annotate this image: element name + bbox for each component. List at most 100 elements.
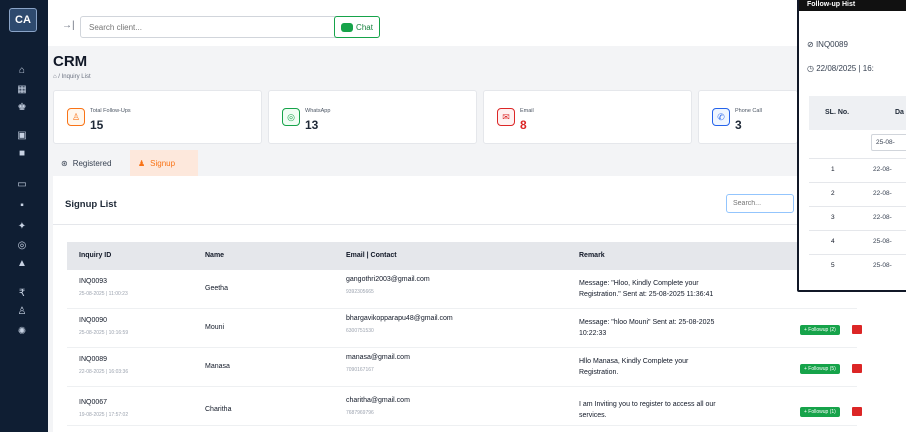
inquiry-id: INQ0093	[79, 278, 108, 285]
star-icon[interactable]: ✦	[15, 220, 29, 232]
remark-line: Hllo Manasa, Kindly Complete your	[579, 358, 689, 365]
popup-inquiry: ⊘ INQ0089	[807, 40, 848, 49]
remark-line: 10:22:33	[579, 329, 607, 337]
followup-date: 22-08-	[873, 166, 892, 173]
file-icon[interactable]: ■	[15, 147, 29, 159]
popup-table-header: SL. No. Da	[809, 96, 906, 130]
home-icon[interactable]: ⌂	[15, 64, 29, 76]
client-email: manasa@gmail.com	[346, 354, 410, 361]
table-row[interactable]: INQ0093 25-08-2025 | 11:00:23 Geetha gan…	[67, 270, 857, 309]
document-icon[interactable]: ▪	[15, 199, 29, 211]
delete-icon[interactable]	[852, 325, 862, 334]
table-row[interactable]: INQ0090 25-08-2025 | 10:16:59 Mouni bhar…	[67, 309, 862, 348]
client-phone: 9392305665	[346, 289, 374, 295]
breadcrumb[interactable]: ⌂ / Inquiry List	[53, 74, 91, 80]
calendar-icon[interactable]: ▭	[15, 178, 29, 190]
followup-button[interactable]: + Followup (5)	[800, 364, 840, 374]
client-phone: 7090167167	[346, 367, 374, 373]
remark-line: I am Inviting you to register to access …	[579, 401, 716, 408]
stat-label: Total Follow-Ups	[90, 108, 131, 114]
tab-label: Signup	[150, 158, 176, 168]
remark: Message: "hloo Mouni" Sent at: 25-08-202…	[579, 318, 799, 340]
chat-button-label: Chat	[356, 22, 373, 32]
user-icon: ♙	[67, 108, 85, 126]
whatsapp-icon[interactable]: ◎	[15, 239, 29, 251]
users-icon[interactable]: ♙	[15, 305, 29, 317]
remark: I am Inviting you to register to access …	[579, 400, 799, 422]
stat-label: Email	[520, 108, 534, 114]
registered-icon: ⊛	[61, 158, 68, 168]
column-remark: Remark	[579, 252, 605, 259]
column-inquiry-id: Inquiry ID	[79, 252, 112, 259]
sl-no: 2	[831, 190, 835, 197]
delete-icon[interactable]	[852, 407, 862, 416]
stat-value: 13	[305, 118, 319, 132]
team-icon[interactable]: ♚	[15, 101, 29, 113]
remark-line: Registration.	[579, 368, 619, 376]
collapse-sidebar-icon[interactable]: →|	[62, 20, 75, 31]
phone-icon: ✆	[712, 108, 730, 126]
delete-icon[interactable]	[852, 364, 862, 373]
table-row[interactable]: INQ0067 19-08-2025 | 17:57:02 Charitha c…	[67, 387, 862, 426]
popup-title: Follow-up Hist	[799, 0, 906, 11]
divider	[809, 230, 906, 231]
sl-no: 3	[831, 214, 835, 221]
signup-list-panel: Signup List Inquiry ID Name Email | Cont…	[53, 176, 906, 432]
remark: Hllo Manasa, Kindly Complete your Regist…	[579, 357, 799, 379]
client-phone: 6300751530	[346, 328, 374, 334]
sl-no: 4	[831, 238, 835, 245]
tab-registered[interactable]: ⊛ Registered	[53, 150, 129, 176]
tag-icon: ⊘	[807, 40, 816, 49]
settings-icon[interactable]: ✺	[15, 325, 29, 337]
popup-inquiry-id: INQ0089	[815, 40, 848, 49]
followup-history-popup: Follow-up Hist ⊘ INQ0089 ◷ 22/08/2025 | …	[797, 0, 906, 292]
tab-signup[interactable]: ♟ Signup	[130, 150, 198, 176]
grid-icon[interactable]: ▦	[15, 83, 29, 95]
stat-value: 15	[90, 118, 104, 132]
whatsapp-icon: ◎	[282, 108, 300, 126]
bell-icon[interactable]: ▲	[15, 257, 29, 269]
divider	[809, 206, 906, 207]
date-filter-input[interactable]: 25-08-	[871, 134, 906, 151]
chat-button[interactable]: Chat	[334, 16, 380, 38]
popup-datetime-value: 22/08/2025 | 16:	[816, 64, 874, 73]
panel-title: Signup List	[65, 199, 117, 210]
date-filter-value: 25-08-	[876, 139, 895, 146]
client-name: Charitha	[205, 406, 232, 413]
column-sl-no: SL. No.	[825, 109, 850, 116]
inquiry-id: INQ0089	[79, 356, 108, 363]
stat-card-whatsapp: ◎ WhatsApp 13	[268, 90, 477, 144]
top-bar: →| Chat	[48, 0, 906, 46]
rupee-icon[interactable]: ₹	[15, 287, 29, 299]
sidebar: CA ⌂ ▦ ♚ ▣ ■ ▭ ▪ ✦ ◎ ▲ ₹ ♙ ✺	[0, 0, 48, 432]
app-logo[interactable]: CA	[9, 8, 37, 32]
inquiry-datetime: 25-08-2025 | 10:16:59	[79, 330, 129, 336]
stat-card-email: ✉ Email 8	[483, 90, 692, 144]
followup-button[interactable]: + Followup (2)	[800, 325, 840, 335]
client-name: Mouni	[205, 324, 225, 331]
followup-date: 22-08-	[873, 190, 892, 197]
inquiry-datetime: 25-08-2025 | 11:00:23	[79, 291, 128, 297]
followup-date: 22-08-	[873, 214, 892, 221]
mail-icon: ✉	[497, 108, 515, 126]
chat-icon	[341, 22, 354, 32]
sl-no: 5	[831, 262, 835, 269]
tab-label: Registered	[72, 158, 112, 168]
column-email-contact: Email | Contact	[346, 252, 397, 259]
followup-button[interactable]: + Followup (1)	[800, 407, 840, 417]
box-icon[interactable]: ▣	[15, 129, 29, 141]
client-phone: 7687969796	[346, 410, 374, 416]
sl-no: 1	[831, 166, 835, 173]
table-row[interactable]: INQ0089 22-08-2025 | 16:03:36 Manasa man…	[67, 348, 862, 387]
stat-card-total-followups: ♙ Total Follow-Ups 15	[53, 90, 262, 144]
client-search-input[interactable]	[80, 16, 376, 38]
followup-date: 25-08-	[873, 238, 892, 245]
client-email: charitha@gmail.com	[346, 397, 410, 404]
list-search-input[interactable]	[726, 194, 794, 213]
inquiry-id: INQ0067	[79, 399, 108, 406]
inquiry-datetime: 19-08-2025 | 17:57:02	[79, 412, 129, 418]
client-email: gangothri2003@gmail.com	[346, 276, 430, 283]
client-name: Manasa	[205, 363, 230, 370]
stat-value: 3	[735, 118, 742, 132]
column-date: Da	[895, 109, 904, 116]
